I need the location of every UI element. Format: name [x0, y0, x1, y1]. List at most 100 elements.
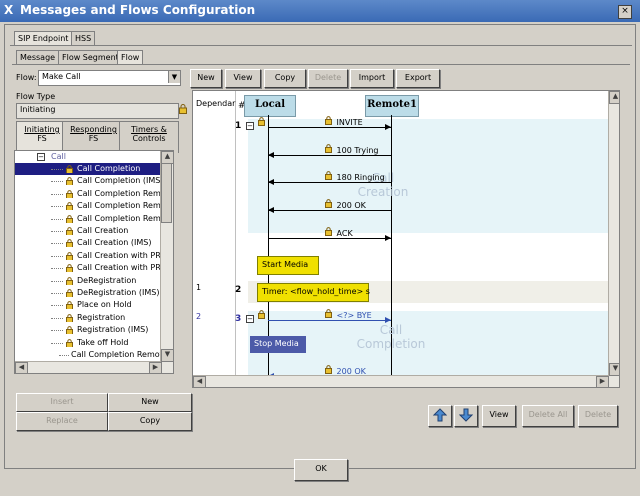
tree-item[interactable]: DeRegistration (IMS) — [15, 287, 173, 299]
tree-connector — [51, 181, 63, 183]
flow-diagram[interactable]: Dependar # Local Remote1 Call Creation C… — [192, 90, 620, 388]
tree-item[interactable]: Call Completion Remote2 (C — [15, 349, 173, 361]
title-bar: X Messages and Flows Configuration × — [0, 0, 640, 22]
delete-button[interactable]: Delete — [308, 69, 348, 88]
collapse-icon[interactable]: − — [37, 153, 45, 161]
tree-item[interactable]: Call Creation with PRACK — [15, 262, 173, 274]
message-label[interactable]: ACK — [325, 227, 353, 238]
tab-timers-controls[interactable]: Timers & Controls — [119, 121, 179, 153]
scroll-right-icon[interactable]: ▶ — [149, 362, 162, 373]
flow-select[interactable]: Make Call ▼ — [38, 70, 181, 86]
message-label[interactable]: 180 Ringing — [325, 171, 385, 182]
scroll-left-icon[interactable]: ◀ — [15, 362, 28, 373]
row-number: 3 — [235, 314, 242, 324]
scroll-thumb[interactable] — [161, 163, 172, 223]
tree-item[interactable]: Call Completion (IMS) — [15, 175, 173, 187]
lock-icon — [66, 326, 73, 335]
message-label[interactable]: 100 Trying — [325, 144, 378, 155]
window-title: Messages and Flows Configuration — [20, 3, 256, 17]
scroll-down-icon[interactable]: ▼ — [161, 349, 173, 362]
diagram-scroll-up-icon[interactable]: ▲ — [609, 91, 619, 104]
tab-initiating-fs-line1: Initiating — [24, 125, 60, 134]
message-arrow[interactable] — [268, 179, 391, 185]
tab-flow[interactable]: Flow — [117, 50, 144, 65]
tree-item-label: Call Creation (IMS) — [77, 238, 152, 248]
remote-header[interactable]: Remote1 — [365, 95, 419, 117]
view-segment-button[interactable]: View — [482, 405, 516, 427]
move-down-button[interactable] — [454, 405, 478, 427]
new-button[interactable]: New — [190, 69, 222, 88]
tree-item[interactable]: Call Completion — [15, 163, 173, 175]
message-text: <?> BYE — [336, 311, 372, 320]
tab-flow-segment[interactable]: Flow Segment — [58, 50, 123, 65]
flow-segment-tree[interactable]: − Call Call Completion Call Completion (I… — [14, 150, 174, 374]
message-arrow[interactable] — [268, 207, 391, 213]
delete-segment-button[interactable]: Delete — [578, 405, 618, 427]
tree-item[interactable]: Call Completion Remote V — [15, 200, 173, 212]
tree-horizontal-scrollbar[interactable]: ◀ ▶ — [15, 361, 162, 373]
lock-icon — [325, 171, 332, 180]
diagram-vertical-scrollbar[interactable]: ▲ ▼ — [608, 91, 619, 387]
message-arrow[interactable] — [268, 235, 391, 241]
message-label[interactable]: <?> BYE — [325, 309, 372, 320]
tab-initiating-fs[interactable]: Initiating FS — [16, 121, 68, 153]
tab-sip-endpoint[interactable]: SIP Endpoint — [14, 31, 73, 46]
message-arrow[interactable] — [268, 317, 391, 323]
tab-message[interactable]: Message — [16, 50, 60, 65]
insert-button[interactable]: Insert — [16, 393, 108, 412]
tab-responding-fs[interactable]: Responding FS — [62, 121, 125, 153]
tree-item[interactable]: DeRegistration — [15, 275, 173, 287]
tree-root[interactable]: − Call — [15, 151, 173, 163]
import-button[interactable]: Import — [350, 69, 394, 88]
copy-fs-button[interactable]: Copy — [108, 412, 192, 431]
flow-label: Flow: — [16, 73, 37, 82]
tree-item[interactable]: Take off Hold — [15, 337, 173, 349]
tree-item[interactable]: Call Creation (IMS) — [15, 237, 173, 249]
arrowhead-icon — [385, 235, 391, 241]
timer-box[interactable]: Timer: <flow_hold_time> s — [257, 283, 370, 302]
tree-item[interactable]: Place on Hold — [15, 299, 173, 311]
message-arrow[interactable] — [268, 124, 391, 130]
delete-all-button[interactable]: Delete All — [522, 405, 574, 427]
tab-hss[interactable]: HSS — [71, 31, 96, 46]
tree-item[interactable]: Call Completion Remote — [15, 188, 173, 200]
arrow-up-icon — [432, 408, 448, 422]
lock-icon — [325, 365, 332, 374]
message-label[interactable]: INVITE — [325, 116, 363, 127]
message-arrow[interactable] — [268, 152, 391, 158]
copy-button[interactable]: Copy — [264, 69, 306, 88]
close-button[interactable]: × — [618, 5, 632, 19]
diagram-scroll-right-icon[interactable]: ▶ — [596, 376, 609, 387]
lock-icon — [66, 276, 73, 285]
collapse-icon[interactable]: − — [246, 315, 254, 323]
flow-type-label: Flow Type — [16, 92, 56, 101]
tree-item[interactable]: Registration — [15, 312, 173, 324]
lock-icon — [258, 310, 265, 319]
stop-media-box[interactable]: Stop Media — [250, 336, 306, 353]
lock-icon — [325, 116, 332, 125]
tree-item[interactable]: Call Completion Remote V — [15, 213, 173, 225]
view-button[interactable]: View — [225, 69, 261, 88]
chevron-down-icon[interactable]: ▼ — [168, 71, 180, 83]
local-header[interactable]: Local — [244, 95, 296, 117]
new-fs-button[interactable]: New — [108, 393, 192, 412]
lock-icon — [325, 227, 332, 236]
tree-vertical-scrollbar[interactable]: ▲ ▼ — [160, 151, 173, 373]
diagram-scroll-left-icon[interactable]: ◀ — [193, 376, 206, 387]
lock-icon — [66, 289, 73, 297]
tree-item[interactable]: Call Creation with PRACK — [15, 250, 173, 262]
tree-connector — [51, 330, 63, 332]
message-label[interactable]: 200 OK — [325, 199, 366, 210]
export-button[interactable]: Export — [396, 69, 440, 88]
lock-icon — [66, 301, 73, 310]
collapse-icon[interactable]: − — [246, 122, 254, 130]
tree-item[interactable]: Registration (IMS) — [15, 324, 173, 336]
move-up-button[interactable] — [428, 405, 452, 427]
tree-item-label: Call Completion (IMS) — [77, 176, 164, 186]
ok-button[interactable]: OK — [294, 459, 348, 481]
tree-item[interactable]: Call Creation — [15, 225, 173, 237]
diagram-horizontal-scrollbar[interactable]: ◀ ▶ — [193, 375, 609, 387]
replace-button[interactable]: Replace — [16, 412, 108, 431]
diagram-scroll-down-icon[interactable]: ▼ — [609, 363, 619, 376]
start-media-box[interactable]: Start Media — [257, 256, 319, 275]
